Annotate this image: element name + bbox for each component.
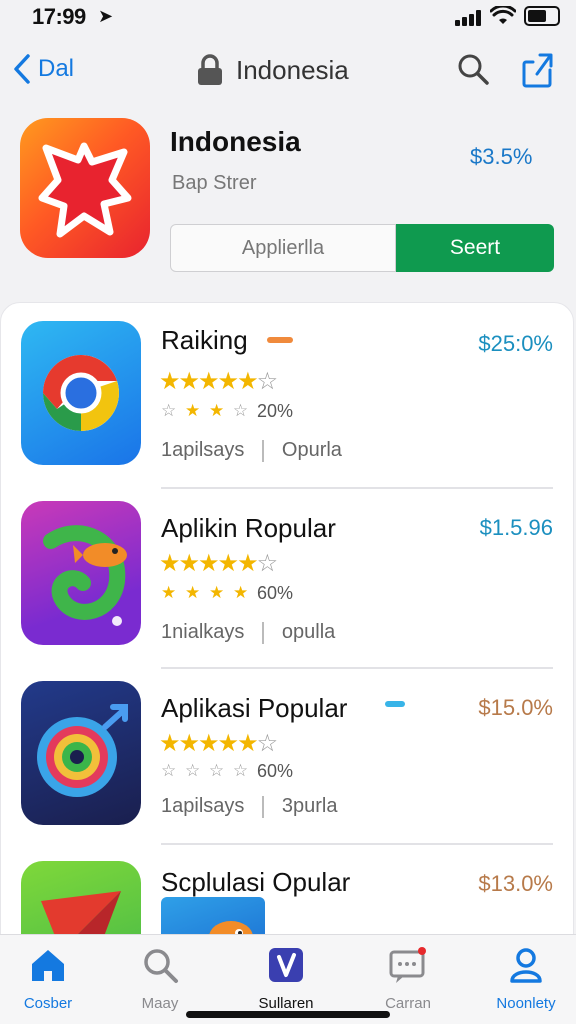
- meta-left: 1apilsays: [161, 439, 245, 461]
- star-rating: ★★★★★☆: [159, 730, 278, 757]
- home-indicator: [186, 1011, 390, 1018]
- app-meta: 1nialkays opulla: [161, 621, 335, 644]
- cellular-signal-icon: [455, 10, 483, 26]
- app-price: $25:0%: [478, 331, 553, 356]
- target-app-icon: [21, 681, 141, 825]
- tab-label: Sullaren: [258, 995, 314, 1012]
- chat-icon: [389, 947, 426, 983]
- location-arrow-icon: ➤: [98, 6, 114, 26]
- meta-right: Opurla: [281, 439, 342, 461]
- chevron-left-icon: [14, 54, 30, 84]
- back-label: Dal: [38, 55, 75, 82]
- star-rating-small: ★ ★ ★ ★: [161, 583, 251, 602]
- divider: [161, 667, 553, 669]
- meta-right: opulla: [281, 621, 336, 643]
- meta-right: 3purla: [281, 795, 338, 817]
- page-title-text: Indonesia: [236, 54, 349, 85]
- rating-percent: 60%: [257, 583, 294, 603]
- list-item[interactable]: Aplikin Ropular $1.5.96 ★★★★★☆ ★ ★ ★ ★ 6…: [1, 501, 575, 681]
- divider: [161, 487, 553, 489]
- page-title: Indonesia: [196, 50, 349, 90]
- nav-bar: Dal Indonesia: [0, 40, 576, 100]
- featured-app-subtitle: Bap Strer: [172, 172, 257, 194]
- tab-search[interactable]: Maay: [110, 945, 210, 1015]
- tab-label: Carran: [385, 995, 431, 1012]
- primary-button[interactable]: Seert: [396, 224, 554, 272]
- app-price: $15.0%: [478, 695, 553, 720]
- secondary-button[interactable]: Applierlla: [170, 224, 396, 272]
- app-meta: 1apilsays Opurla: [161, 439, 342, 462]
- tab-messages[interactable]: Carran: [358, 945, 458, 1015]
- status-time: 17:99: [32, 4, 86, 29]
- tab-label: Noonlety: [496, 995, 556, 1012]
- app-price: $1.5.96: [479, 515, 553, 540]
- search-icon: [144, 949, 178, 983]
- divider: [161, 843, 553, 845]
- status-bar: 17:99 ➤: [0, 0, 576, 34]
- wifi-icon: [490, 6, 516, 24]
- star-rating-small: ☆ ☆ ☆ ☆: [161, 761, 251, 780]
- share-icon[interactable]: [520, 50, 554, 88]
- app-list: Raiking $25:0% ★★★★★☆ ☆ ★ ★ ☆ 20% 1apils…: [0, 302, 575, 1005]
- tab-profile[interactable]: Noonlety: [476, 945, 576, 1015]
- list-item[interactable]: Aplikasi Popular $15.0% ★★★★★☆ ☆ ☆ ☆ ☆ 6…: [1, 681, 575, 861]
- app-title: Raiking: [161, 325, 248, 355]
- back-button[interactable]: Dal: [10, 52, 74, 86]
- tab-today[interactable]: Cosber: [0, 945, 98, 1015]
- browser-app-icon: [21, 321, 141, 465]
- tab-label: Cosber: [23, 995, 73, 1012]
- home-icon: [32, 950, 64, 981]
- meta-left: 1nialkays: [161, 621, 245, 643]
- app-price: $13.0%: [478, 871, 553, 896]
- featured-app-icon[interactable]: [20, 118, 150, 258]
- meta-left: 1apilsays: [161, 795, 245, 817]
- lock-icon: [198, 54, 222, 85]
- title-tag: [385, 701, 405, 707]
- app-title: Aplikasi Popular: [161, 693, 348, 723]
- app-title: Aplikin Ropular: [161, 513, 336, 543]
- app-title: Scplulasi Opular: [161, 867, 351, 897]
- star-rating: ★★★★★☆: [159, 550, 278, 577]
- title-tag: [267, 337, 293, 343]
- app-meta: 1apilsays 3purla: [161, 795, 338, 818]
- rating-percent: 20%: [257, 401, 294, 421]
- apps-icon: [269, 948, 303, 982]
- list-item[interactable]: Raiking $25:0% ★★★★★☆ ☆ ★ ★ ☆ 20% 1apils…: [1, 321, 575, 501]
- featured-app-name: Indonesia: [170, 126, 301, 157]
- star-rating: ★★★★★☆: [159, 368, 278, 395]
- tab-apps[interactable]: Sullaren: [236, 945, 336, 1015]
- puzzle-icon: [38, 142, 132, 238]
- tab-label: Maay: [141, 995, 179, 1012]
- battery-icon: [524, 6, 560, 26]
- profile-icon: [510, 948, 542, 983]
- chameleon-app-icon: [21, 501, 141, 645]
- star-rating-small: ☆ ★ ★ ☆: [161, 401, 251, 420]
- rating-percent: 60%: [257, 761, 294, 781]
- search-icon[interactable]: [456, 52, 490, 86]
- featured-app-price: $3.5%: [470, 144, 533, 169]
